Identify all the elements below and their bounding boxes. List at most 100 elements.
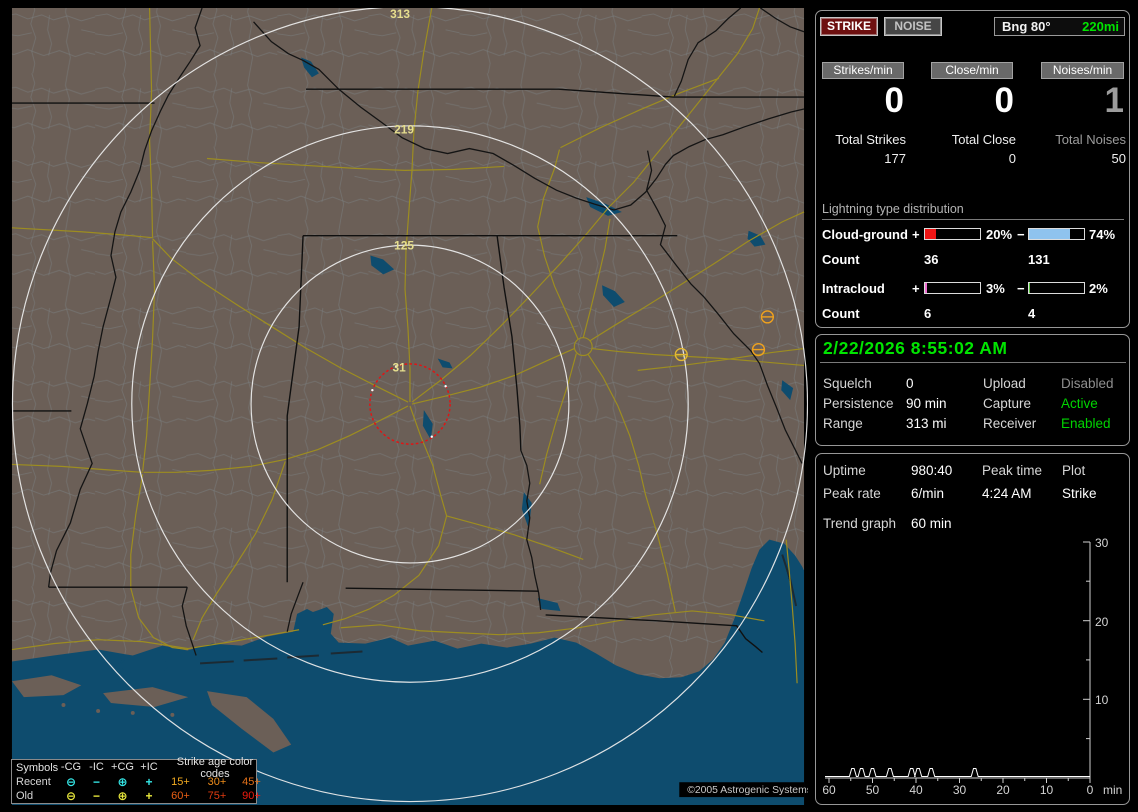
- status-panel: 2/22/2026 8:55:02 AM Squelch 0 Upload Di…: [815, 334, 1130, 446]
- legend-header-symbols: Symbols: [16, 761, 59, 774]
- ic-plus-sign: +: [912, 281, 920, 296]
- legend-header-pos-ic: +IC: [140, 761, 158, 773]
- ic-count-label: Count: [822, 306, 860, 321]
- counter-panel: STRIKE NOISE Bng 80° 220mi Strikes/min C…: [815, 10, 1130, 328]
- pos-ic-recent-icon: +: [145, 774, 153, 789]
- noise-mode-button[interactable]: NOISE: [884, 17, 942, 36]
- age-code-45: 45+: [242, 775, 261, 788]
- peak-time-label: Peak time: [982, 463, 1043, 478]
- squelch-value: 0: [906, 376, 914, 391]
- uptime-value: 980:40: [911, 463, 953, 478]
- range-label: Range: [823, 416, 863, 431]
- x-tick-10: 10: [1040, 783, 1054, 797]
- ring-label-31: 31: [392, 360, 406, 374]
- symbol-legend: Symbols -CG -IC +CG +IC Strike age color…: [11, 756, 261, 804]
- pos-cg-old-icon: ⊕: [117, 788, 128, 803]
- cg-positive-pct: 20%: [986, 227, 1013, 242]
- x-tick-20: 20: [996, 783, 1010, 797]
- uptime-label: Uptime: [823, 463, 866, 478]
- legend-header-pos-cg: +CG: [111, 761, 134, 773]
- ic-minus-sign: −: [1017, 281, 1025, 296]
- plot-label: Plot: [1062, 463, 1086, 478]
- trend-graph-label: Trend graph: [823, 516, 897, 531]
- age-code-75: 75+: [207, 789, 227, 802]
- legend-header-neg-ic: -IC: [89, 761, 104, 773]
- persistence-value: 90 min: [906, 396, 947, 411]
- age-code-15: 15+: [171, 775, 190, 788]
- bearing-label: Bng 80°: [1002, 19, 1051, 34]
- cg-negative-bar-fill: [1029, 229, 1070, 239]
- intracloud-label: Intracloud: [822, 281, 885, 296]
- trend-axes: [825, 541, 1091, 783]
- ring-label-219: 219: [394, 123, 414, 137]
- persistence-label: Persistence: [823, 396, 894, 411]
- capture-status: Active: [1061, 396, 1098, 411]
- cg-minus-sign: −: [1017, 227, 1025, 242]
- y-tick-10: 10: [1095, 693, 1109, 707]
- peak-rate-label: Peak rate: [823, 486, 881, 501]
- trend-graph: 30 20 10 60 50 40 30 20 10 0 min: [822, 536, 1122, 797]
- noises-per-min-button[interactable]: Noises/min: [1041, 62, 1124, 79]
- close-per-min-value: 0: [994, 81, 1014, 120]
- total-noises-value: 50: [1111, 151, 1126, 166]
- ic-negative-count: 4: [1028, 306, 1036, 321]
- map-view[interactable]: 313 219 125 31 ©2005 Astrogenic Systems: [8, 5, 812, 805]
- bearing-range: 220mi: [1082, 19, 1119, 34]
- noises-per-min-value: 1: [1104, 81, 1124, 120]
- trend-axis-labels: 30 20 10 60 50 40 30 20 10 0 min: [822, 536, 1122, 797]
- x-tick-50: 50: [866, 783, 880, 797]
- neg-cg-old-icon: ⊖: [65, 788, 77, 803]
- receiver-label: Receiver: [983, 416, 1037, 431]
- legend-header-neg-cg: -CG: [60, 761, 82, 773]
- x-tick-60: 60: [822, 783, 836, 797]
- datetime-divider: [820, 362, 1126, 363]
- cg-plus-sign: +: [912, 227, 920, 242]
- ic-positive-bar-fill: [925, 283, 927, 293]
- total-strikes-value: 177: [884, 151, 906, 166]
- pos-ic-old-icon: +: [145, 788, 153, 803]
- strikes-per-min-button[interactable]: Strikes/min: [822, 62, 904, 79]
- cg-negative-count: 131: [1028, 252, 1050, 267]
- peak-rate-value: 6/min: [911, 486, 945, 501]
- squelch-label: Squelch: [823, 376, 872, 391]
- y-tick-30: 30: [1095, 536, 1109, 550]
- strike-mode-button[interactable]: STRIKE: [820, 17, 878, 36]
- upload-label: Upload: [983, 376, 1026, 391]
- age-code-30: 30+: [207, 775, 227, 788]
- peak-time-value: 4:24 AM: [982, 486, 1032, 501]
- age-code-90: 90+: [242, 789, 261, 802]
- strikes-per-min-value: 0: [884, 81, 904, 120]
- ic-negative-bar-fill: [1029, 283, 1031, 293]
- total-close-label: Total Close: [951, 132, 1016, 147]
- nexstorm-window: { "topbar": { "strike_label": "STRIKE", …: [0, 0, 1138, 812]
- cg-positive-bar-fill: [925, 229, 936, 239]
- total-close-value: 0: [1008, 151, 1016, 166]
- cg-positive-bar: [924, 228, 981, 240]
- legend-row-old-label: Old: [16, 790, 34, 802]
- plot-mode-value: Strike: [1062, 486, 1097, 501]
- neg-cg-recent-icon: ⊖: [65, 774, 77, 789]
- distribution-title: Lightning type distribution: [822, 202, 1124, 220]
- close-per-min-button[interactable]: Close/min: [931, 62, 1013, 79]
- y-tick-20: 20: [1095, 615, 1109, 629]
- cg-negative-bar: [1028, 228, 1085, 240]
- ic-positive-pct: 3%: [986, 281, 1005, 296]
- total-noises-label: Total Noises: [1055, 132, 1126, 147]
- range-value: 313 mi: [906, 416, 947, 431]
- cloud-ground-label: Cloud-ground: [822, 227, 908, 242]
- ic-negative-pct: 2%: [1089, 281, 1108, 296]
- trend-window-value: 60 min: [911, 516, 952, 531]
- datetime-display: 2/22/2026 8:55:02 AM: [823, 338, 1008, 358]
- capture-label: Capture: [983, 396, 1032, 411]
- legend-row-recent-label: Recent: [16, 776, 51, 788]
- cg-positive-count: 36: [924, 252, 939, 267]
- map-svg: 313 219 125 31 ©2005 Astrogenic Systems: [11, 5, 812, 805]
- bearing-readout: Bng 80° 220mi: [994, 17, 1125, 36]
- x-tick-0: 0: [1087, 783, 1094, 797]
- total-strikes-label: Total Strikes: [835, 132, 906, 147]
- copyright-text: ©2005 Astrogenic Systems: [687, 785, 808, 796]
- neg-ic-recent-icon: −: [92, 774, 100, 789]
- neg-ic-old-icon: −: [92, 788, 100, 803]
- cg-count-label: Count: [822, 252, 860, 267]
- upload-status: Disabled: [1061, 376, 1114, 391]
